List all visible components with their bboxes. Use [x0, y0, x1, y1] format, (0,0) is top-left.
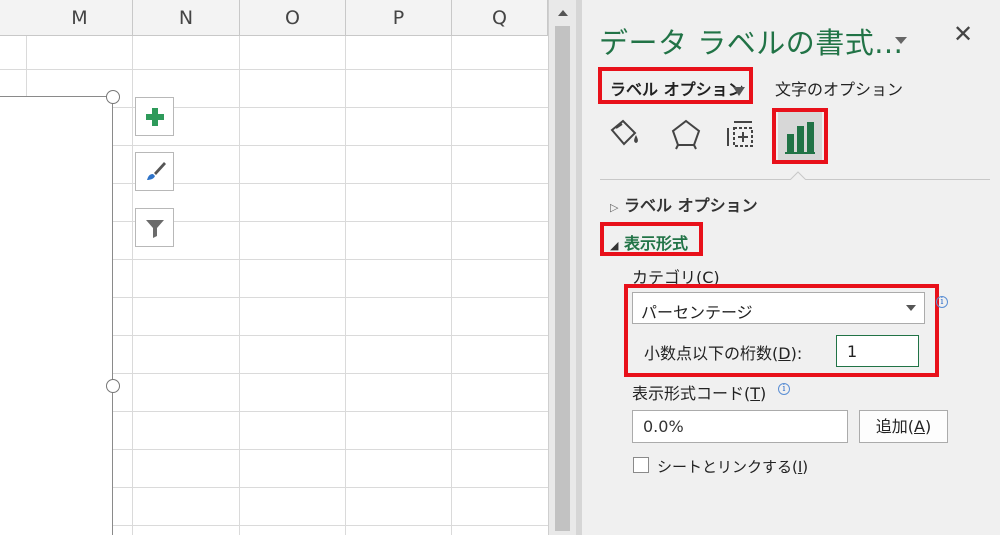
chart-resize-handle-top-right[interactable]	[106, 90, 120, 104]
effects-tab[interactable]	[666, 112, 706, 156]
decimal-places-label: 小数点以下の桁数(D):	[644, 344, 803, 363]
plus-icon	[145, 107, 164, 126]
label-options-chart-icon	[785, 122, 815, 154]
tab-label-options[interactable]: ラベル オプション	[610, 76, 744, 100]
format-code-label: 表示形式コード(T)	[632, 384, 767, 403]
add-button[interactable]: 追加(A)	[859, 410, 948, 443]
scroll-up-button[interactable]	[553, 4, 572, 21]
chart-resize-handle-right[interactable]	[106, 379, 120, 393]
column-header-m[interactable]: M	[27, 0, 133, 36]
category-dropdown[interactable]: パーセンテージ	[632, 292, 925, 324]
column-header-n[interactable]: N	[133, 0, 240, 36]
section-display-format-label: 表示形式	[624, 234, 689, 253]
info-icon[interactable]: i	[778, 383, 790, 395]
format-data-labels-pane: データ ラベルの書式... ✕ ラベル オプション 文字のオプション ▷ ラベル…	[582, 0, 1000, 535]
label-options-tab[interactable]	[780, 114, 820, 158]
expand-triangle-icon: ▷	[610, 201, 619, 214]
decimal-places-input[interactable]: 1	[836, 335, 919, 367]
info-icon[interactable]: i	[936, 296, 948, 308]
decimal-places-value: 1	[847, 342, 858, 361]
effects-pentagon-icon	[671, 119, 701, 150]
tab-text-options[interactable]: 文字のオプション	[775, 76, 903, 100]
column-header-o[interactable]: O	[240, 0, 346, 36]
column-header-p[interactable]: P	[346, 0, 452, 36]
scrollbar-thumb[interactable]	[555, 26, 570, 531]
chart-elements-button[interactable]	[135, 97, 174, 136]
section-label-options-label: ラベル オプション	[624, 196, 758, 215]
brush-icon	[146, 161, 166, 180]
pane-title: データ ラベルの書式...	[599, 26, 904, 60]
tab-pointer-notch	[790, 171, 806, 180]
section-display-format[interactable]: ◢ 表示形式	[610, 230, 688, 254]
chart-filters-button[interactable]	[135, 208, 174, 247]
fill-line-tab[interactable]	[604, 112, 644, 156]
chevron-down-icon	[895, 37, 907, 44]
column-header-row: M N O P Q	[0, 0, 555, 36]
pane-options-button[interactable]	[894, 30, 908, 49]
chevron-down-icon	[906, 305, 916, 311]
link-to-source-label[interactable]: シートとリンクする(I)	[657, 456, 808, 477]
spreadsheet-grid[interactable]: M N O P Q	[0, 0, 555, 535]
close-icon[interactable]: ✕	[953, 20, 973, 48]
fill-line-icon	[610, 119, 638, 146]
section-label-options[interactable]: ▷ ラベル オプション	[610, 192, 758, 216]
tab-dropdown-caret[interactable]	[733, 81, 745, 100]
size-properties-tab[interactable]	[722, 112, 762, 156]
format-code-value: 0.0%	[643, 417, 684, 436]
link-to-source-checkbox[interactable]	[633, 457, 649, 473]
vertical-scrollbar[interactable]	[548, 0, 576, 535]
chart-area[interactable]	[0, 96, 113, 535]
collapse-triangle-icon: ◢	[610, 239, 619, 252]
caret-down-icon	[733, 87, 745, 96]
column-header-q[interactable]: Q	[452, 0, 548, 36]
chart-styles-button[interactable]	[135, 152, 174, 191]
format-code-input[interactable]: 0.0%	[632, 410, 848, 443]
size-properties-icon	[727, 121, 753, 147]
category-selected-value: パーセンテージ	[641, 303, 753, 322]
chevron-up-icon	[557, 9, 568, 16]
filter-icon	[145, 219, 164, 238]
